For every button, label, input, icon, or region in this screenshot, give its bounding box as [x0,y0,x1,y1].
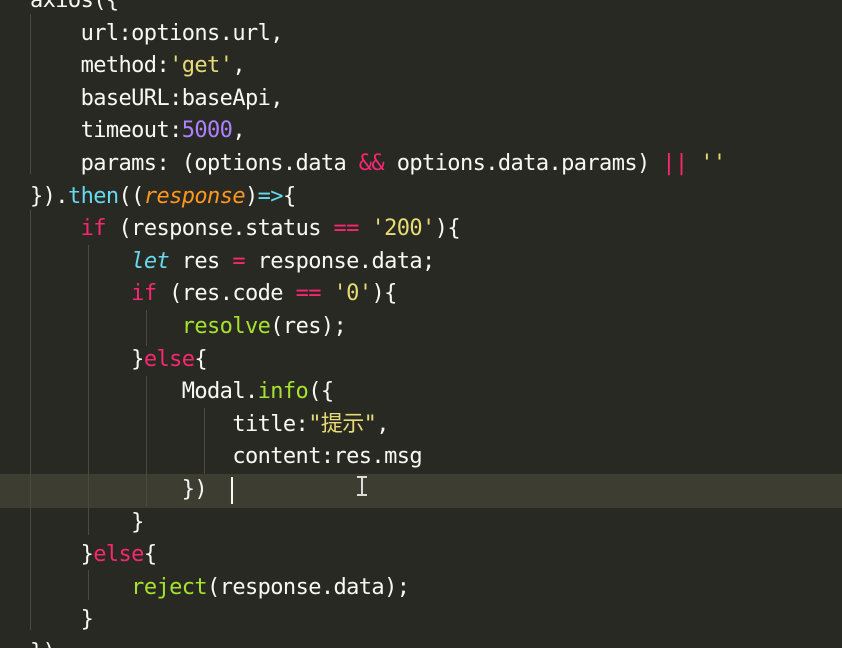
code-token: = [232,248,245,274]
code-token: , [376,411,389,437]
code-token: axios({ [30,0,119,13]
code-token: (( [118,183,145,209]
code-token: && [358,151,385,176]
code-line[interactable]: url:options.url, [30,18,284,51]
code-token: title: [30,411,309,437]
code-token: ({ [308,379,334,405]
code-line[interactable]: reject(response.data); [30,572,410,605]
code-token: => [257,183,284,209]
code-line[interactable]: } [30,604,94,637]
code-token: (response.status [105,216,334,242]
code-token: } [30,542,94,568]
code-token: '' [700,151,726,176]
code-token: content:res.msg [30,444,422,470]
code-token: } [30,607,94,633]
code-token: else [143,346,195,372]
text-cursor [231,477,233,504]
code-line[interactable]: title:"提示", [30,409,389,442]
code-token: resolve [181,314,271,339]
code-token: Modal. [30,379,258,405]
code-token: (response.data); [207,574,410,600]
code-token: 5000 [181,118,233,144]
code-token: ){ [434,216,461,242]
code-token: } [30,346,144,372]
code-token: { [194,346,208,372]
code-token: { [143,542,157,568]
code-line[interactable]: }) [30,474,208,507]
code-token: { [282,183,296,209]
code-line[interactable]: }).then((response)=>{ [30,181,296,214]
code-token: == [333,216,360,242]
code-token: baseURL:baseApi, [30,85,284,111]
code-token: , [232,53,245,79]
code-token: response [143,183,246,209]
ibeam-cursor-icon [356,476,368,496]
code-token: (res.code [156,281,296,307]
code-token: if [80,216,107,242]
code-token: ){ [371,281,397,307]
code-token: if [131,281,157,307]
code-token: == [295,281,322,307]
code-line[interactable]: timeout:5000, [30,115,246,148]
code-token: params: (options.data [30,151,359,176]
code-line[interactable]: method:'get', [30,50,246,83]
code-token: else [93,542,144,568]
code-token: reject [131,574,208,600]
code-token: response.data; [245,248,436,274]
code-token: ) [245,183,258,209]
code-token: (res); [270,314,347,339]
code-line[interactable]: let res = response.data; [30,246,435,279]
code-line[interactable]: content:res.msg [30,441,422,474]
code-token: url:options.url, [30,20,284,46]
code-token: res [169,248,233,274]
code-token: , [232,118,245,144]
code-token: method: [30,53,170,79]
code-line[interactable]: if (res.code == '0'){ [30,278,397,311]
code-token: '0' [333,281,373,307]
code-token: let [131,248,170,274]
code-token: options.data.params) [384,151,663,176]
code-line[interactable]: } [30,507,144,540]
code-token: }) [30,477,208,502]
code-editor[interactable]: axios({ url:options.url, method:'get', b… [0,0,842,648]
code-token: || [662,151,688,176]
code-token: info [257,379,309,405]
code-line[interactable]: resolve(res); [30,311,347,344]
code-token: timeout: [30,118,183,144]
code-line[interactable]: }else{ [30,539,157,572]
code-line[interactable]: axios({ [30,0,119,18]
code-line[interactable]: params: (options.data && options.data.pa… [30,148,727,181]
code-token: then [67,183,119,209]
code-token: "提示" [308,411,377,437]
code-token: }). [30,183,69,209]
code-line[interactable]: Modal.info({ [30,376,334,409]
code-line[interactable]: baseURL:baseApi, [30,83,284,116]
code-token: 'get' [169,53,233,79]
code-token: }) [30,640,56,648]
code-line[interactable]: if (response.status == '200'){ [30,213,461,246]
code-token: '200' [371,216,435,242]
code-line[interactable]: }else{ [30,344,207,377]
code-token: } [30,509,144,535]
code-line[interactable]: }) [30,637,56,648]
